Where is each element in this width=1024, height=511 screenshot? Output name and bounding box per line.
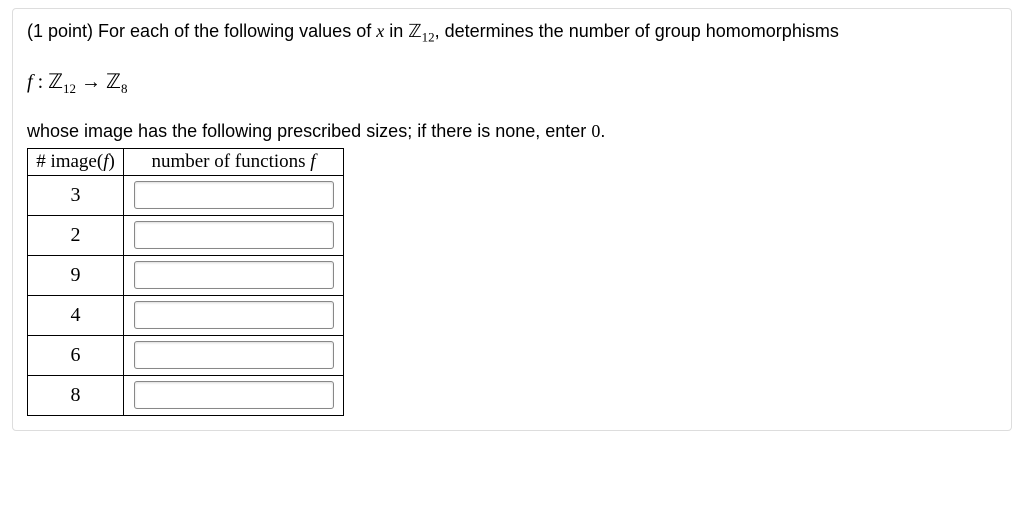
image-size-cell: 6 bbox=[28, 335, 124, 375]
answer-input[interactable] bbox=[134, 381, 334, 409]
answer-cell bbox=[124, 175, 344, 215]
text: ) bbox=[108, 151, 114, 172]
problem-line-1: (1 point) For each of the following valu… bbox=[27, 19, 997, 47]
blackboard-z: ℤ bbox=[408, 21, 421, 41]
table-header-row: # image(f) number of functions f bbox=[28, 148, 344, 175]
blackboard-z: ℤ bbox=[48, 71, 63, 93]
zero: 0 bbox=[591, 121, 600, 141]
header-image-size: # image(f) bbox=[28, 148, 124, 175]
answer-cell bbox=[124, 335, 344, 375]
image-size-cell: 9 bbox=[28, 255, 124, 295]
image-size-cell: 4 bbox=[28, 295, 124, 335]
var-f: f bbox=[310, 151, 315, 172]
table-row: 4 bbox=[28, 295, 344, 335]
table-row: 8 bbox=[28, 375, 344, 415]
problem-container: (1 point) For each of the following valu… bbox=[12, 8, 1012, 431]
var-x: x bbox=[376, 21, 384, 41]
answer-cell bbox=[124, 295, 344, 335]
text: , determines the number of group homomor… bbox=[435, 21, 839, 41]
answer-input[interactable] bbox=[134, 181, 334, 209]
image-size-cell: 2 bbox=[28, 215, 124, 255]
answer-cell bbox=[124, 255, 344, 295]
text: For each of the following values of bbox=[98, 21, 376, 41]
points-label: (1 point) bbox=[27, 21, 98, 41]
header-num-functions: number of functions f bbox=[124, 148, 344, 175]
text: . bbox=[600, 121, 605, 141]
text: # image( bbox=[36, 151, 103, 172]
text: whose image has the following prescribed… bbox=[27, 121, 591, 141]
set-z12: ℤ12 bbox=[408, 21, 434, 41]
text: number of functions bbox=[151, 151, 310, 172]
domain-z12: ℤ12 bbox=[48, 71, 76, 93]
table-row: 2 bbox=[28, 215, 344, 255]
answer-input[interactable] bbox=[134, 261, 334, 289]
image-size-cell: 3 bbox=[28, 175, 124, 215]
table-row: 9 bbox=[28, 255, 344, 295]
problem-line-3: whose image has the following prescribed… bbox=[27, 119, 997, 144]
text: in bbox=[384, 21, 408, 41]
image-size-cell: 8 bbox=[28, 375, 124, 415]
answer-table: # image(f) number of functions f 3 2 9 bbox=[27, 148, 344, 416]
answer-input[interactable] bbox=[134, 341, 334, 369]
table-row: 6 bbox=[28, 335, 344, 375]
arrow: → bbox=[76, 71, 106, 93]
subscript: 12 bbox=[63, 81, 76, 96]
answer-cell bbox=[124, 375, 344, 415]
codomain-z8: ℤ8 bbox=[106, 71, 127, 93]
table-row: 3 bbox=[28, 175, 344, 215]
answer-cell bbox=[124, 215, 344, 255]
blackboard-z: ℤ bbox=[106, 71, 121, 93]
function-definition: f : ℤ12 → ℤ8 bbox=[27, 69, 997, 97]
subscript: 12 bbox=[422, 30, 435, 45]
answer-input[interactable] bbox=[134, 301, 334, 329]
answer-input[interactable] bbox=[134, 221, 334, 249]
subscript: 8 bbox=[121, 81, 128, 96]
colon: : bbox=[33, 71, 49, 93]
